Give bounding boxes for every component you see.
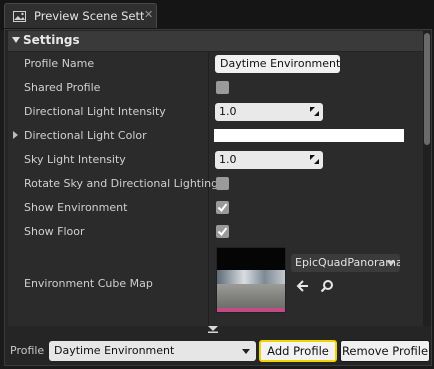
property-label: Rotate Sky and Directional Lighting xyxy=(24,177,219,190)
directional-light-intensity-input[interactable]: 1.0 xyxy=(215,103,323,121)
property-label: Profile Name xyxy=(24,57,95,70)
profile-toolbar: Profile Daytime Environment Add Profile … xyxy=(5,335,431,365)
property-row-rotate-sky: Rotate Sky and Directional Lighting xyxy=(8,172,423,196)
property-label: Shared Profile xyxy=(24,81,101,94)
numeric-value: 1.0 xyxy=(219,105,237,118)
checkmark-icon xyxy=(217,227,228,237)
rotate-sky-checkbox[interactable] xyxy=(216,177,229,190)
expand-down-icon xyxy=(208,326,218,333)
property-label: Show Floor xyxy=(24,225,85,238)
scene-icon xyxy=(13,11,26,22)
use-selected-arrow-icon[interactable] xyxy=(296,279,310,293)
chevron-down-icon xyxy=(387,261,395,266)
profile-selected-value: Daytime Environment xyxy=(54,344,175,357)
cube-map-asset-picker[interactable]: EpicQuadPanorama xyxy=(291,254,400,272)
directional-light-color-swatch[interactable] xyxy=(214,129,404,142)
tab-preview-scene-settings[interactable]: Preview Scene Setti ✕ xyxy=(4,3,157,28)
property-label: Directional Light Intensity xyxy=(24,105,166,118)
profile-label: Profile xyxy=(10,344,45,357)
scrollbar-thumb[interactable] xyxy=(424,33,430,145)
collapse-arrow-icon xyxy=(12,37,20,43)
property-list: Profile Name Daytime Environment Shared … xyxy=(8,52,423,326)
drag-arrows-icon xyxy=(310,107,319,116)
shared-profile-checkbox[interactable] xyxy=(216,81,229,94)
checkmark-icon xyxy=(217,203,228,213)
tab-title: Preview Scene Setti xyxy=(34,9,144,23)
property-label: Environment Cube Map xyxy=(24,277,153,290)
show-environment-checkbox[interactable] xyxy=(216,201,229,214)
cube-map-thumbnail[interactable] xyxy=(216,247,286,313)
property-label: Show Environment xyxy=(24,201,128,214)
numeric-value: 1.0 xyxy=(219,153,237,166)
close-icon[interactable]: ✕ xyxy=(144,8,153,21)
property-row-profile-name: Profile Name Daytime Environment xyxy=(8,52,423,76)
tab-bar: Preview Scene Setti ✕ xyxy=(0,0,434,30)
remove-profile-button[interactable]: Remove Profile xyxy=(340,340,430,362)
property-label: Directional Light Color xyxy=(24,129,147,142)
show-floor-checkbox[interactable] xyxy=(216,225,229,238)
browse-search-icon[interactable] xyxy=(320,279,334,293)
property-row-environment-cube-map: Environment Cube Map EpicQuadPanorama xyxy=(8,244,423,320)
asset-name: EpicQuadPanorama xyxy=(295,256,400,269)
profile-dropdown[interactable]: Daytime Environment xyxy=(49,341,256,361)
property-row-sky-light-intensity: Sky Light Intensity 1.0 xyxy=(8,148,423,172)
sky-light-intensity-input[interactable]: 1.0 xyxy=(215,151,323,169)
drag-arrows-icon xyxy=(310,155,319,164)
profile-name-input[interactable]: Daytime Environment xyxy=(215,55,340,73)
details-panel: Settings Profile Name Daytime Environmen… xyxy=(4,29,432,366)
property-row-directional-light-intensity: Directional Light Intensity 1.0 xyxy=(8,100,423,124)
vertical-scrollbar[interactable] xyxy=(423,31,431,326)
property-row-directional-light-color: Directional Light Color xyxy=(8,124,423,148)
section-title: Settings xyxy=(23,33,80,47)
expand-arrow-icon[interactable] xyxy=(13,131,18,139)
add-profile-button[interactable]: Add Profile xyxy=(259,340,337,362)
property-label: Sky Light Intensity xyxy=(24,153,126,166)
settings-section-header[interactable]: Settings xyxy=(8,31,423,51)
advanced-expander[interactable] xyxy=(8,326,423,333)
chevron-down-icon xyxy=(242,349,250,354)
property-row-show-environment: Show Environment xyxy=(8,196,423,220)
property-row-shared-profile: Shared Profile xyxy=(8,76,423,100)
property-row-show-floor: Show Floor xyxy=(8,220,423,244)
